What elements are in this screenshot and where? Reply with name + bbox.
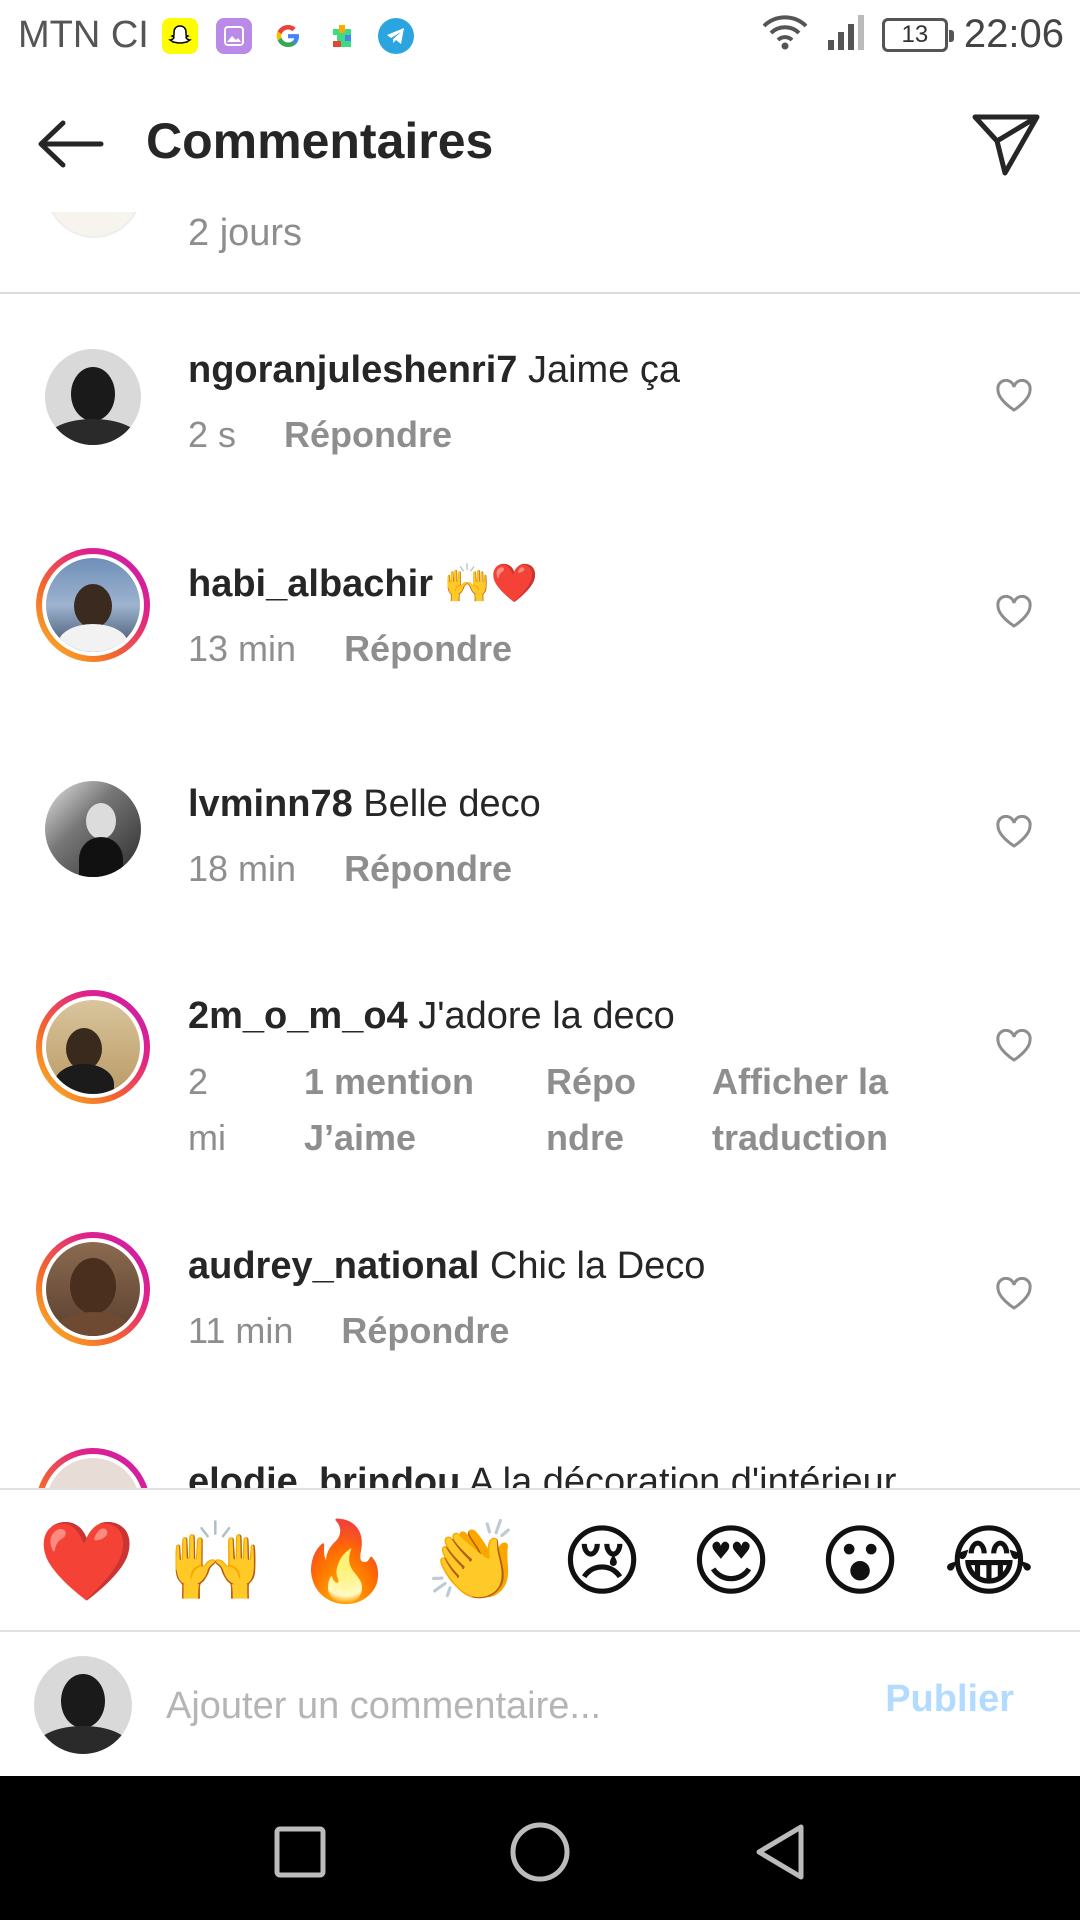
like-button[interactable]: [990, 1270, 1038, 1318]
play-games-icon: [324, 18, 360, 54]
emoji-clap-button[interactable]: 👏: [425, 1516, 522, 1606]
gallery-icon: [216, 18, 252, 54]
arrow-left-icon: [38, 120, 104, 168]
comment-text: habi_albachir 🙌❤️: [188, 560, 538, 608]
signal-icon: [826, 12, 866, 57]
comment-username[interactable]: lvminn78: [188, 783, 353, 825]
publish-button[interactable]: Publier: [885, 1678, 1014, 1721]
comment-username[interactable]: audrey_national: [188, 1245, 479, 1287]
avatar[interactable]: [46, 212, 142, 238]
comment-meta: 11 min Répondre: [188, 1310, 509, 1352]
comment-meta: 18 min Répondre: [188, 848, 512, 890]
like-button[interactable]: [990, 1022, 1038, 1070]
avatar[interactable]: [36, 772, 150, 886]
comment-text: 2m_o_m_o4 J'adore la deco: [188, 992, 675, 1040]
comment-time: 18 min: [188, 848, 297, 889]
avatar[interactable]: [36, 990, 150, 1104]
emoji-crying-button[interactable]: 😢: [554, 1516, 650, 1606]
back-button[interactable]: [30, 106, 110, 182]
comment-text: ngoranjuleshenri7 Jaime ça: [188, 346, 680, 394]
wifi-icon: [760, 12, 810, 57]
emoji-surprised-button[interactable]: 😮: [812, 1516, 908, 1606]
notification-icons: [162, 18, 414, 54]
snapchat-icon: [162, 18, 198, 54]
emoji-heart-button[interactable]: ❤️: [38, 1516, 135, 1606]
emoji-tears-of-joy-button[interactable]: 😂: [941, 1516, 1037, 1606]
like-button[interactable]: [990, 808, 1038, 856]
heart-icon: [996, 815, 1032, 848]
translate-button[interactable]: Afficher la traduction: [712, 1054, 972, 1166]
comment-time: 2 mi: [188, 1061, 226, 1158]
comment-meta: 2 mi 1 mention J’aime Répo ndre Afficher…: [188, 1054, 1008, 1174]
reply-button[interactable]: Répondre: [341, 1310, 509, 1352]
comment-body: A la décoration d'intérieur: [468, 1461, 897, 1488]
emoji-raising-hands-button[interactable]: 🙌: [167, 1516, 264, 1606]
comment-composer: Publier: [0, 1632, 1080, 1776]
comment-text: lvminn78 Belle deco: [188, 780, 541, 828]
like-button[interactable]: [990, 372, 1038, 420]
comment-username[interactable]: habi_albachir: [188, 563, 433, 605]
comment-time: 13 min: [188, 628, 297, 669]
send-icon: [972, 114, 1040, 176]
heart-icon: [996, 1029, 1032, 1062]
carrier-label: MTN CI: [18, 14, 149, 56]
avatar: [34, 1656, 132, 1754]
avatar[interactable]: [36, 340, 150, 454]
comment-meta: 2 s Répondre: [188, 414, 452, 456]
comment-body: 🙌❤️: [443, 563, 539, 605]
partial-comment: 2 jours: [0, 212, 1080, 294]
like-button[interactable]: [990, 588, 1038, 636]
system-nav-bar: [0, 1776, 1080, 1920]
comment-text: elodie_brindou A la décoration d'intérie…: [188, 1458, 896, 1488]
triangle-back-icon: [756, 1824, 804, 1880]
square-icon: [274, 1826, 326, 1878]
telegram-icon: [378, 18, 414, 54]
likes-count-button[interactable]: 1 mention J’aime: [304, 1054, 504, 1166]
comment-body: Belle deco: [363, 783, 541, 825]
avatar[interactable]: [36, 1232, 150, 1346]
comment-username[interactable]: elodie_brindou: [188, 1461, 460, 1488]
avatar[interactable]: [36, 548, 150, 662]
comment-text: audrey_national Chic la Deco: [188, 1242, 705, 1290]
reply-button[interactable]: Répondre: [344, 848, 512, 890]
avatar[interactable]: [36, 1448, 150, 1488]
comment-username[interactable]: 2m_o_m_o4: [188, 995, 408, 1037]
comment-body: J'adore la deco: [418, 995, 675, 1037]
recents-button[interactable]: [260, 1812, 340, 1892]
home-button[interactable]: [500, 1812, 580, 1892]
comment-body: Chic la Deco: [489, 1245, 706, 1287]
back-nav-button[interactable]: [740, 1812, 820, 1892]
comments-list[interactable]: 2 jours ngoranjuleshenri7 Jaime ça 2 s R…: [0, 212, 1080, 1488]
comment-body: Jaime ça: [527, 349, 681, 391]
comment-username[interactable]: ngoranjuleshenri7: [188, 349, 517, 391]
comment-time: 2 jours: [188, 212, 303, 254]
share-button[interactable]: [966, 104, 1046, 184]
clock: 22:06: [963, 12, 1064, 56]
google-icon: [270, 18, 306, 54]
circle-icon: [510, 1822, 570, 1882]
caption-divider: [0, 292, 1080, 294]
emoji-quick-bar: ❤️ 🙌 🔥 👏 😢 😍 😮 😂: [0, 1488, 1080, 1632]
battery-icon: 13: [881, 17, 954, 52]
heart-icon: [996, 595, 1032, 628]
comment-meta: 13 min Répondre: [188, 628, 512, 670]
comment-time: 2 s: [188, 414, 237, 455]
emoji-heart-eyes-button[interactable]: 😍: [683, 1516, 779, 1606]
battery-level: 13: [901, 20, 929, 48]
system-indicators: 13 22:06: [760, 12, 1064, 57]
reply-button[interactable]: Répondre: [344, 628, 512, 670]
comment-time: 11 min: [188, 1310, 294, 1351]
comment-input[interactable]: [166, 1676, 846, 1736]
reply-button[interactable]: Répondre: [284, 414, 452, 456]
emoji-fire-button[interactable]: 🔥: [296, 1516, 393, 1606]
reply-button[interactable]: Répo ndre: [546, 1054, 646, 1166]
heart-icon: [996, 379, 1032, 412]
status-bar: MTN CI 13 22:06: [0, 0, 1080, 76]
top-app-bar: Commentaires: [0, 76, 1080, 212]
heart-icon: [996, 1277, 1032, 1310]
page-title: Commentaires: [146, 113, 494, 169]
